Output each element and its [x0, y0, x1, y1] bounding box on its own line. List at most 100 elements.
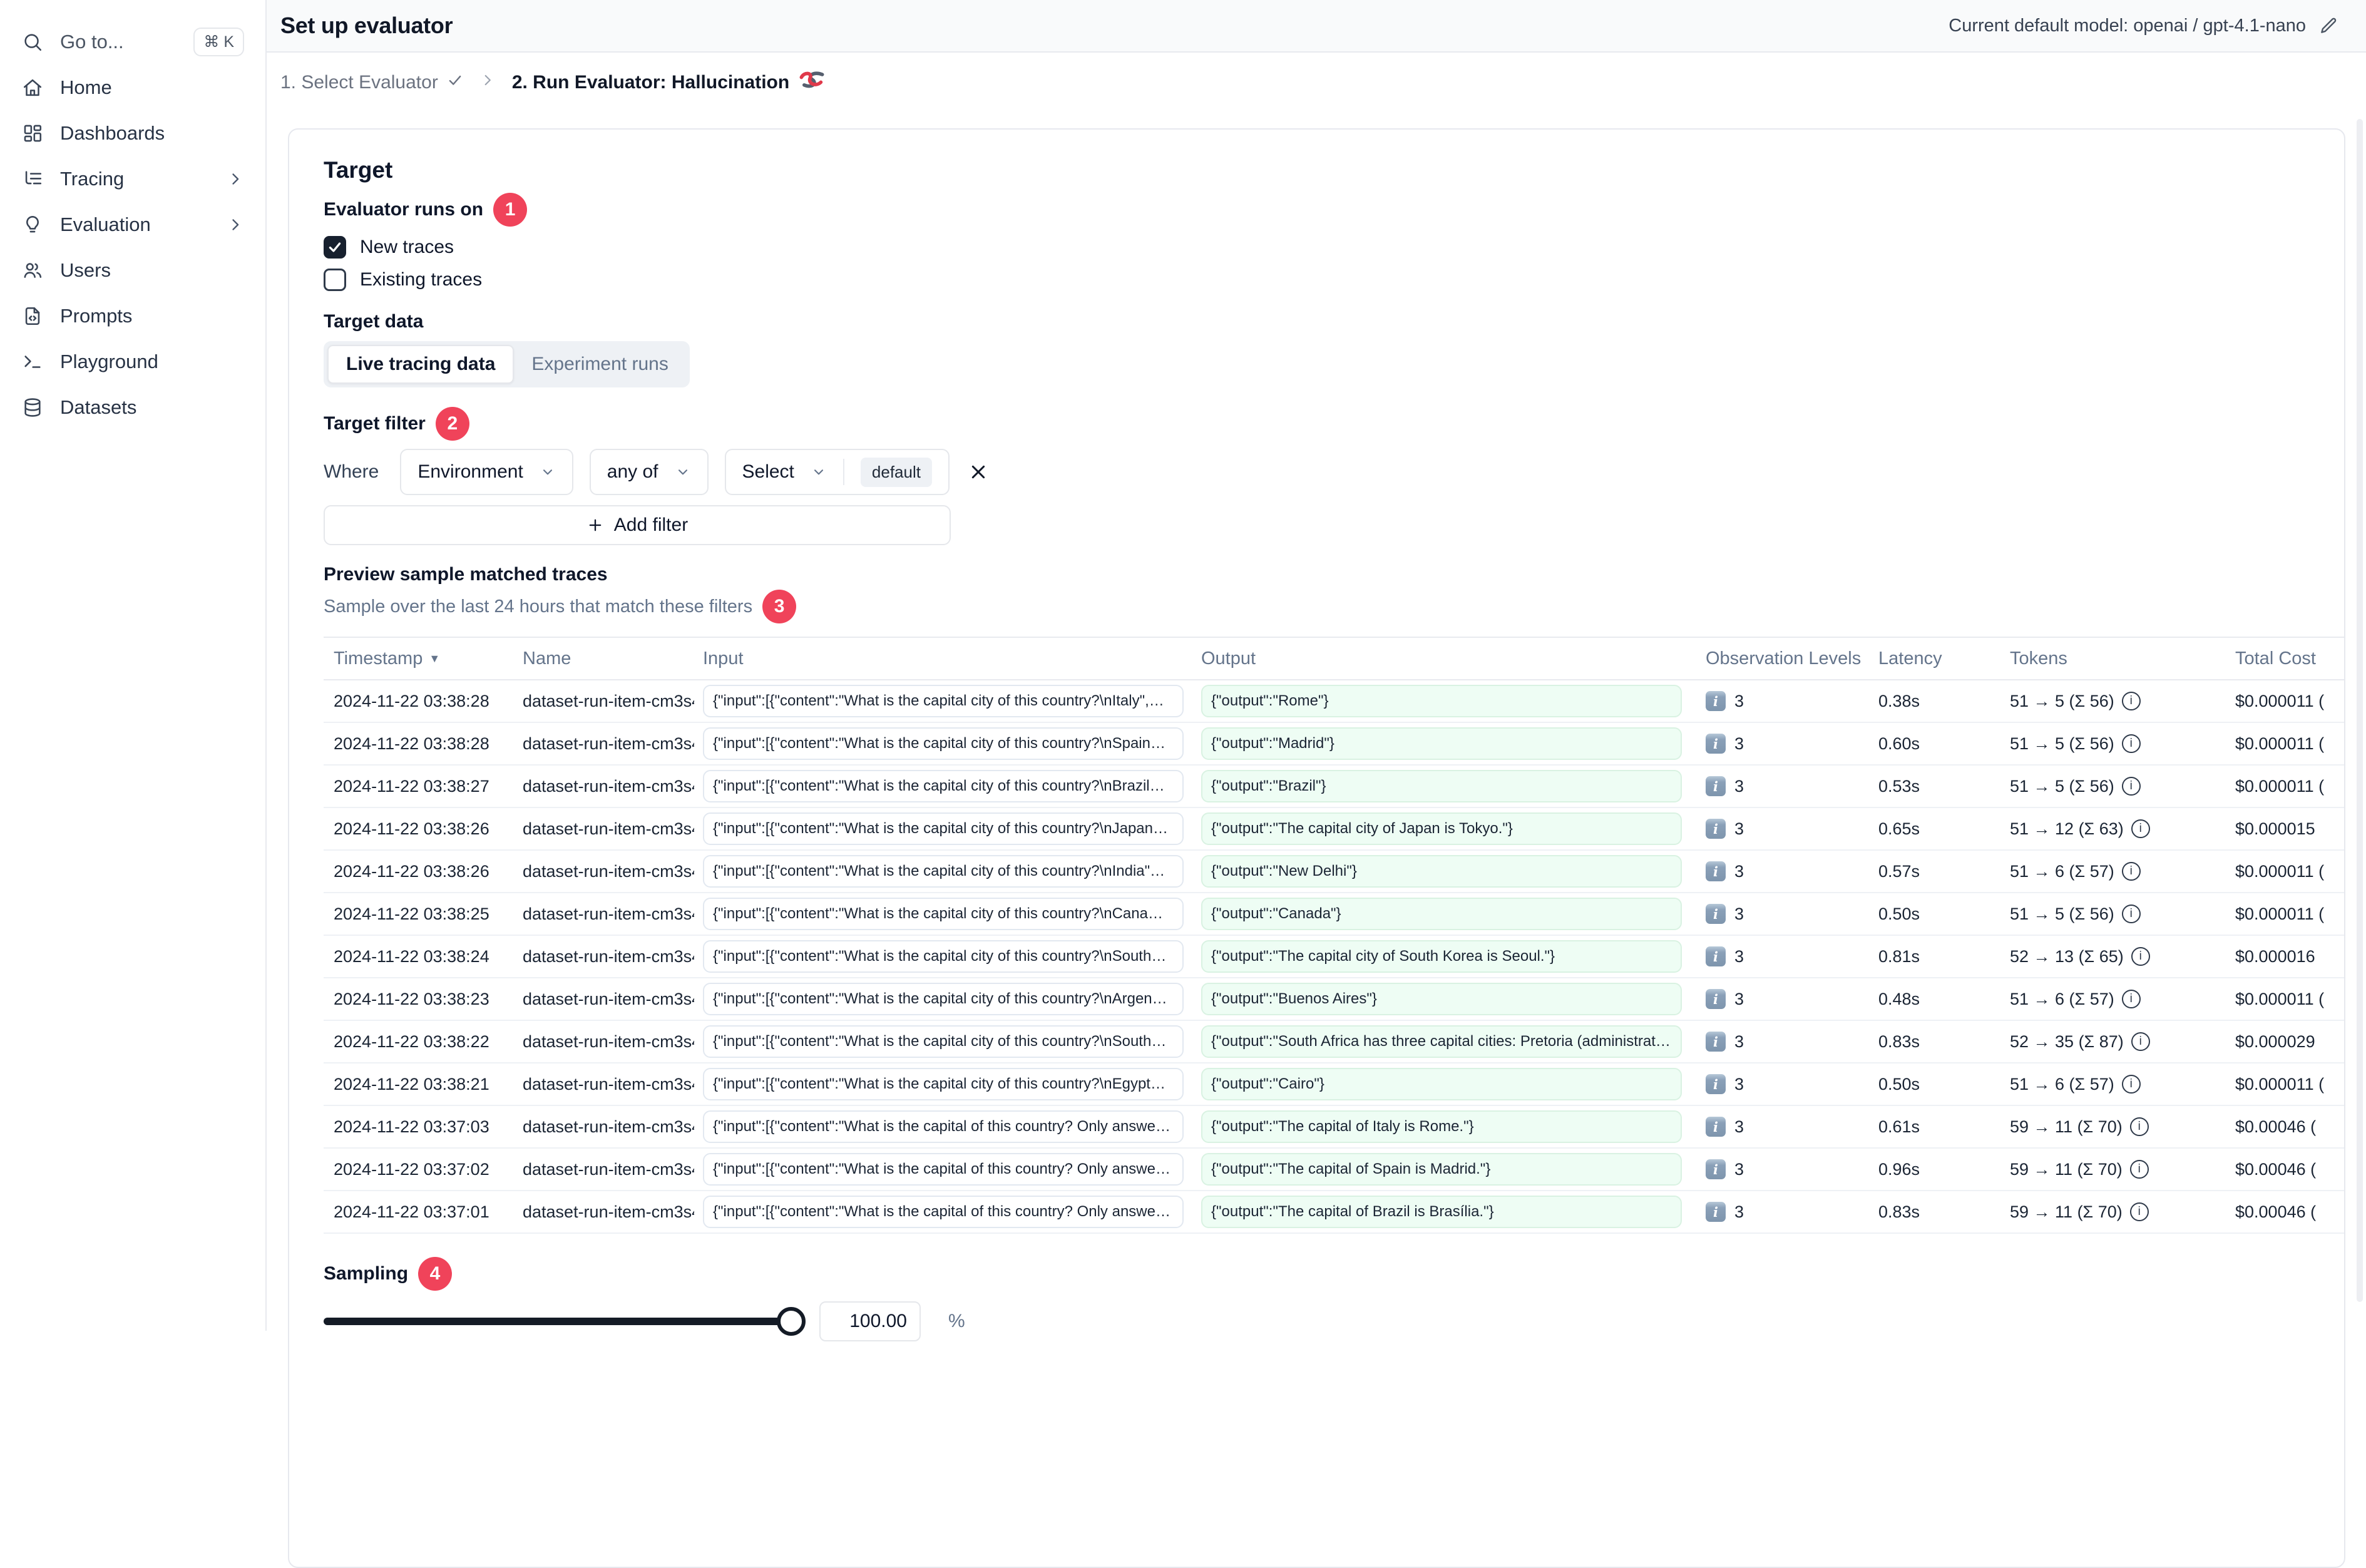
output-chip[interactable]: {"output":"Brazil"}: [1201, 770, 1682, 802]
info-circle-icon[interactable]: i: [2131, 819, 2150, 838]
sidebar-item-playground[interactable]: Playground: [0, 339, 265, 384]
cell-total-cost: $0.000011 (: [2235, 776, 2325, 796]
info-circle-icon[interactable]: i: [2129, 1202, 2149, 1221]
step-badge-1: 1: [493, 193, 528, 227]
tab-live-tracing-data[interactable]: Live tracing data: [327, 345, 515, 384]
sidebar-item-evaluation[interactable]: Evaluation: [0, 202, 265, 247]
cell-timestamp: 2024-11-22 03:38:23: [334, 989, 489, 1008]
sidebar-item-dashboards[interactable]: Dashboards: [0, 110, 265, 156]
filter-value-select[interactable]: Select default: [724, 449, 950, 495]
filter-field-select[interactable]: Environment: [400, 449, 573, 495]
info-circle-icon[interactable]: i: [2121, 692, 2141, 710]
input-chip[interactable]: {"input":[{"content":"What is the capita…: [703, 1110, 1184, 1143]
add-filter-label: Add filter: [613, 515, 689, 535]
table-row[interactable]: 2024-11-22 03:38:28 dataset-run-item-cm3s…: [324, 723, 2344, 766]
info-circle-icon[interactable]: i: [2131, 1032, 2150, 1051]
cell-output: {"output":"Canada"}: [1192, 898, 1691, 930]
table-row[interactable]: 2024-11-22 03:38:26 dataset-run-item-cm3s…: [324, 808, 2344, 851]
table-row[interactable]: 2024-11-22 03:38:25 dataset-run-item-cm3s…: [324, 893, 2344, 936]
input-chip[interactable]: {"input":[{"content":"What is the capita…: [703, 685, 1184, 717]
playground-icon: [21, 351, 44, 373]
table-row[interactable]: 2024-11-22 03:38:23 dataset-run-item-cm3s…: [324, 978, 2344, 1021]
info-circle-icon[interactable]: i: [2121, 777, 2141, 796]
cell-tokens: 51 → 5 (Σ 56) i: [1995, 777, 2220, 796]
info-square-icon: i: [1706, 691, 1726, 711]
table-row[interactable]: 2024-11-22 03:38:28 dataset-run-item-cm3s…: [324, 680, 2344, 723]
checkbox-existing-traces[interactable]: Existing traces: [324, 264, 2344, 296]
cell-total-cost: $0.000016: [2235, 946, 2315, 966]
table-row[interactable]: 2024-11-22 03:38:24 dataset-run-item-cm3s…: [324, 936, 2344, 978]
info-circle-icon[interactable]: i: [2129, 1117, 2149, 1136]
column-header-output: Output: [1201, 648, 1256, 669]
cell-input: {"input":[{"content":"What is the capita…: [694, 770, 1192, 802]
cell-input: {"input":[{"content":"What is the capita…: [694, 1110, 1192, 1143]
edit-model-icon[interactable]: [2318, 16, 2338, 36]
table-row[interactable]: 2024-11-22 03:38:27 dataset-run-item-cm3s…: [324, 766, 2344, 808]
table-row[interactable]: 2024-11-22 03:37:02 dataset-run-item-cm3s…: [324, 1149, 2344, 1191]
sidebar-item-label: Users: [60, 259, 111, 281]
breadcrumb-step-2-label: 2. Run Evaluator: Hallucination: [511, 72, 790, 93]
sampling-slider[interactable]: [324, 1307, 806, 1336]
sidebar-item-users[interactable]: Users: [0, 247, 265, 293]
tab-experiment-runs[interactable]: Experiment runs: [514, 346, 685, 382]
info-circle-icon[interactable]: i: [2121, 904, 2141, 923]
output-chip[interactable]: {"output":"Cairo"}: [1201, 1068, 1682, 1100]
output-chip[interactable]: {"output":"Canada"}: [1201, 898, 1682, 930]
input-chip[interactable]: {"input":[{"content":"What is the capita…: [703, 898, 1184, 930]
info-circle-icon[interactable]: i: [2131, 947, 2150, 966]
input-chip[interactable]: {"input":[{"content":"What is the capita…: [703, 770, 1184, 802]
info-circle-icon[interactable]: i: [2129, 1160, 2149, 1179]
output-chip[interactable]: {"output":"The capital of Italy is Rome.…: [1201, 1110, 1682, 1143]
info-circle-icon[interactable]: i: [2121, 862, 2141, 881]
output-chip[interactable]: {"output":"The capital of Brazil is Bras…: [1201, 1196, 1682, 1228]
table-row[interactable]: 2024-11-22 03:37:01 dataset-run-item-cm3s…: [324, 1191, 2344, 1234]
table-row[interactable]: 2024-11-22 03:38:22 dataset-run-item-cm3s…: [324, 1021, 2344, 1063]
cell-timestamp: 2024-11-22 03:37:01: [334, 1202, 489, 1221]
cell-latency: 0.81s: [1878, 946, 1920, 966]
table-row[interactable]: 2024-11-22 03:38:26 dataset-run-item-cm3s…: [324, 851, 2344, 893]
input-chip[interactable]: {"input":[{"content":"What is the capita…: [703, 1068, 1184, 1100]
table-row[interactable]: 2024-11-22 03:38:21 dataset-run-item-cm3s…: [324, 1063, 2344, 1106]
input-chip[interactable]: {"input":[{"content":"What is the capita…: [703, 1025, 1184, 1058]
output-chip[interactable]: {"output":"Madrid"}: [1201, 727, 1682, 760]
output-chip[interactable]: {"output":"Buenos Aires"}: [1201, 983, 1682, 1015]
input-chip[interactable]: {"input":[{"content":"What is the capita…: [703, 727, 1184, 760]
column-header-timestamp[interactable]: Timestamp ▼: [324, 648, 514, 669]
output-chip[interactable]: {"output":"New Delhi"}: [1201, 855, 1682, 888]
slider-handle[interactable]: [777, 1307, 806, 1336]
checkbox-new-traces[interactable]: New traces: [324, 231, 2344, 264]
sidebar-item-datasets[interactable]: Datasets: [0, 384, 265, 430]
info-circle-icon[interactable]: i: [2121, 734, 2141, 753]
output-chip[interactable]: {"output":"Rome"}: [1201, 685, 1682, 717]
input-chip[interactable]: {"input":[{"content":"What is the capita…: [703, 1196, 1184, 1228]
cell-input: {"input":[{"content":"What is the capita…: [694, 812, 1192, 845]
info-square-icon: i: [1706, 1202, 1726, 1222]
input-chip[interactable]: {"input":[{"content":"What is the capita…: [703, 940, 1184, 973]
checkbox-icon[interactable]: [324, 236, 346, 259]
info-circle-icon[interactable]: i: [2121, 990, 2141, 1008]
input-chip[interactable]: {"input":[{"content":"What is the capita…: [703, 983, 1184, 1015]
sampling-value-input[interactable]: 100.00: [819, 1301, 921, 1341]
tokens-text: 59 → 11 (Σ 70): [2010, 1117, 2123, 1136]
window-scrollbar[interactable]: [2357, 119, 2363, 1302]
table-row[interactable]: 2024-11-22 03:37:03 dataset-run-item-cm3s…: [324, 1106, 2344, 1149]
input-chip[interactable]: {"input":[{"content":"What is the capita…: [703, 812, 1184, 845]
input-chip[interactable]: {"input":[{"content":"What is the capita…: [703, 855, 1184, 888]
sidebar-item-home[interactable]: Home: [0, 64, 265, 110]
add-filter-button[interactable]: Add filter: [324, 505, 951, 545]
input-chip[interactable]: {"input":[{"content":"What is the capita…: [703, 1153, 1184, 1186]
sidebar-item-tracing[interactable]: Tracing: [0, 156, 265, 202]
info-circle-icon[interactable]: i: [2121, 1075, 2141, 1094]
knot-icon: [799, 70, 824, 95]
sidebar-item-prompts[interactable]: Prompts: [0, 293, 265, 339]
output-chip[interactable]: {"output":"The capital city of South Kor…: [1201, 940, 1682, 973]
output-chip[interactable]: {"output":"The capital city of Japan is …: [1201, 812, 1682, 845]
cell-latency: 0.53s: [1878, 776, 1920, 796]
breadcrumb-step-1[interactable]: 1. Select Evaluator: [280, 72, 463, 93]
checkbox-icon[interactable]: [324, 269, 346, 291]
remove-filter-button[interactable]: [968, 462, 988, 482]
filter-operator-select[interactable]: any of: [589, 449, 709, 495]
output-chip[interactable]: {"output":"The capital of Spain is Madri…: [1201, 1153, 1682, 1186]
output-chip[interactable]: {"output":"South Africa has three capita…: [1201, 1025, 1682, 1058]
goto-search[interactable]: Go to... ⌘ K: [0, 19, 265, 64]
